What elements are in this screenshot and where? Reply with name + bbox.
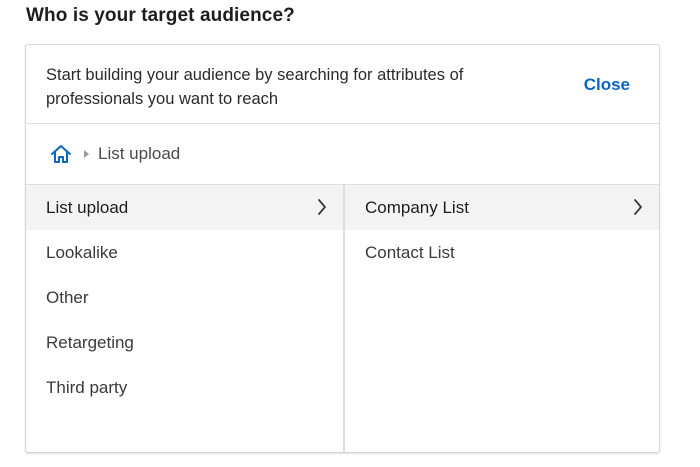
chevron-right-icon [318,199,326,215]
category-item-retargeting[interactable]: Retargeting [26,320,343,365]
subcategory-item-label: Company List [365,197,469,217]
category-item-label: Other [46,287,89,307]
subcategory-item-label: Contact List [365,242,455,262]
subcategory-item-company-list[interactable]: Company List [345,185,659,230]
close-button[interactable]: Close [584,75,630,95]
panel-header: Start building your audience by searchin… [26,45,659,124]
category-item-label: Retargeting [46,332,134,352]
subcategory-item-contact-list[interactable]: Contact List [345,230,659,275]
home-icon[interactable] [50,144,72,164]
category-list: List upload Lookalike Other Retargeting … [26,185,345,452]
category-item-list-upload[interactable]: List upload [26,185,343,230]
chevron-right-icon [634,199,642,215]
breadcrumb-separator-icon [84,150,89,158]
category-item-label: Third party [46,377,128,397]
category-item-label: List upload [46,197,129,217]
category-columns: List upload Lookalike Other Retargeting … [26,185,659,452]
breadcrumb: List upload [26,124,659,185]
page-title: Who is your target audience? [26,5,295,26]
category-item-lookalike[interactable]: Lookalike [26,230,343,275]
category-item-other[interactable]: Other [26,275,343,320]
panel-description: Start building your audience by searchin… [46,66,464,108]
subcategory-list: Company List Contact List [345,185,659,452]
category-item-label: Lookalike [46,242,118,262]
category-item-third-party[interactable]: Third party [26,365,343,410]
audience-panel: Start building your audience by searchin… [25,44,660,453]
breadcrumb-current: List upload [98,144,181,163]
